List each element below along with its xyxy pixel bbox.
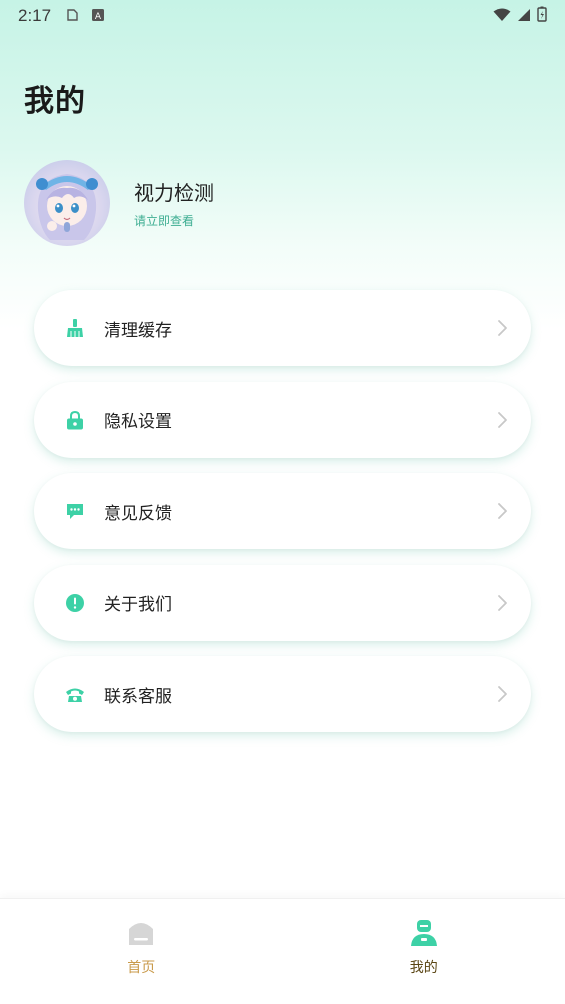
user-icon xyxy=(410,919,438,951)
menu-item-clear-cache[interactable]: 清理缓存 xyxy=(34,290,531,366)
menu-item-customer-service[interactable]: 联系客服 xyxy=(34,656,531,732)
menu-list: 清理缓存 隐私设置 意见反馈 关于我们 联系客服 xyxy=(34,290,531,748)
broom-icon xyxy=(64,317,86,339)
home-icon xyxy=(127,919,155,951)
keyboard-a-icon: A xyxy=(91,7,105,26)
tab-mine[interactable]: 我的 xyxy=(283,899,565,1004)
menu-item-about-us[interactable]: 关于我们 xyxy=(34,564,531,641)
lock-icon xyxy=(64,409,86,431)
tab-label: 首页 xyxy=(127,960,156,976)
menu-item-label: 意见反馈 xyxy=(104,503,172,524)
avatar-illustration xyxy=(36,174,98,240)
chevron-right-icon xyxy=(495,502,509,520)
profile-card[interactable]: 视力检测 请立即查看 xyxy=(24,160,214,246)
tab-home[interactable]: 首页 xyxy=(0,899,283,1004)
phone-icon xyxy=(64,683,86,705)
profile-name: 视力检测 xyxy=(134,181,214,205)
chevron-right-icon xyxy=(495,319,509,337)
menu-item-label: 隐私设置 xyxy=(104,412,172,432)
page-title: 我的 xyxy=(24,84,86,119)
chevron-right-icon xyxy=(495,685,509,703)
tab-label: 我的 xyxy=(409,960,438,976)
battery-icon xyxy=(537,6,547,26)
signal-icon xyxy=(517,7,531,26)
status-time: 2:17 xyxy=(18,6,52,25)
menu-item-label: 关于我们 xyxy=(104,595,172,615)
wifi-icon xyxy=(493,7,511,26)
menu-item-feedback[interactable]: 意见反馈 xyxy=(34,473,531,549)
profile-subtitle[interactable]: 请立即查看 xyxy=(134,212,214,229)
menu-item-label: 联系客服 xyxy=(104,686,172,707)
menu-item-label: 清理缓存 xyxy=(104,320,172,341)
svg-text:A: A xyxy=(95,12,102,22)
menu-item-privacy-settings[interactable]: 隐私设置 xyxy=(34,381,531,458)
chevron-right-icon xyxy=(495,594,509,612)
status-bar: 2:17 A xyxy=(0,0,565,32)
avatar[interactable] xyxy=(24,160,110,246)
notification-icon xyxy=(65,7,79,26)
info-icon xyxy=(64,592,86,614)
chevron-right-icon xyxy=(495,411,509,429)
bottom-tab-bar: 首页 我的 xyxy=(0,898,565,1004)
message-icon xyxy=(64,500,86,522)
